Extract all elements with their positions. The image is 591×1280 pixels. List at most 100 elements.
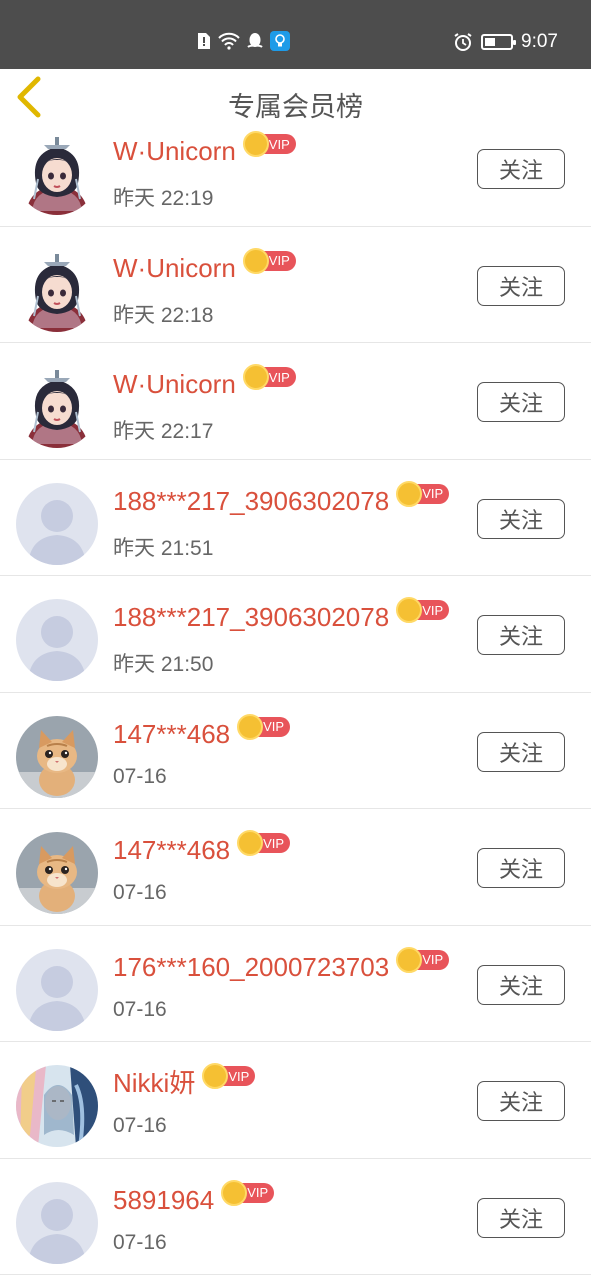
follow-button[interactable]: 关注 [477, 964, 565, 1005]
name-line: W·Unicorn VIP [113, 131, 296, 166]
qq-icon [247, 33, 263, 48]
battery-icon [481, 34, 517, 50]
member-name[interactable]: 147***468 [113, 835, 230, 865]
vip-label: VIP [422, 486, 444, 501]
vip-badge: VIP [242, 247, 296, 274]
member-row[interactable]: W·Unicorn VIP 昨天 22:17 关注 [0, 343, 591, 460]
name-line: 5891964 VIP [113, 1179, 275, 1215]
vip-badge: VIP [396, 597, 450, 623]
crown-icon [242, 247, 269, 274]
member-time: 昨天 21:51 [113, 536, 214, 560]
crown-icon [396, 480, 423, 507]
avatar[interactable] [16, 948, 98, 1031]
avatar[interactable] [16, 1065, 98, 1147]
name-line: 188***217_3906302078 VIP [113, 597, 450, 632]
member-time: 昨天 22:18 [113, 303, 214, 327]
crown-icon [396, 946, 423, 973]
member-row[interactable]: 5891964 VIP 07-16 关注 [0, 1159, 591, 1275]
avatar[interactable] [16, 366, 98, 448]
sim-alert-icon [198, 33, 210, 49]
member-time: 07-16 [113, 1230, 167, 1254]
follow-button[interactable]: 关注 [477, 498, 565, 539]
avatar[interactable] [16, 715, 98, 798]
member-time: 07-16 [113, 997, 167, 1021]
member-time: 07-16 [113, 881, 167, 904]
vip-badge: VIP [396, 480, 450, 507]
member-row[interactable]: 147***468 VIP 07-16 关注 [0, 809, 591, 926]
member-list: W·Unicorn VIP 昨天 22:19 关注 W·Unicorn VIP 昨天 22:… [0, 110, 591, 1275]
crown-icon [221, 1179, 248, 1206]
name-line: W·Unicorn VIP [113, 364, 296, 399]
status-notification-icons [196, 31, 290, 51]
vip-label: VIP [228, 1068, 250, 1084]
vip-badge: VIP [237, 830, 291, 856]
member-row[interactable]: Nikki妍 VIP 07-16 关注 [0, 1042, 591, 1159]
follow-button[interactable]: 关注 [477, 149, 565, 189]
member-row[interactable]: 176***160_2000723703 VIP 07-16 关注 [0, 926, 591, 1042]
member-name[interactable]: W·Unicorn [113, 136, 236, 166]
vip-badge: VIP [242, 364, 296, 390]
member-name[interactable]: 5891964 [113, 1185, 214, 1215]
status-right: 9:07 [453, 31, 558, 53]
member-time: 昨天 22:19 [113, 187, 214, 210]
crown-icon [237, 830, 264, 856]
status-time: 9:07 [521, 31, 558, 52]
bulb-app-icon [270, 31, 290, 51]
avatar[interactable] [16, 1181, 98, 1264]
vip-label: VIP [247, 1185, 269, 1200]
crown-icon [202, 1063, 229, 1089]
alarm-icon [454, 33, 472, 51]
member-row[interactable]: 188***217_3906302078 VIP 昨天 21:50 关注 [0, 576, 591, 693]
member-time: 昨天 22:17 [113, 420, 214, 443]
member-name[interactable]: W·Unicorn [113, 369, 236, 399]
member-row[interactable]: W·Unicorn VIP 昨天 22:18 关注 [0, 227, 591, 343]
member-time: 07-16 [113, 764, 167, 788]
member-name[interactable]: 176***160_2000723703 [113, 952, 389, 982]
member-name[interactable]: 188***217_3906302078 [113, 602, 389, 632]
name-line: 147***468 VIP [113, 713, 291, 749]
avatar[interactable] [16, 832, 98, 914]
vip-label: VIP [268, 136, 290, 152]
crown-icon [396, 597, 423, 623]
vip-label: VIP [422, 602, 444, 618]
follow-button[interactable]: 关注 [477, 731, 565, 772]
name-line: 147***468 VIP [113, 830, 291, 865]
vip-badge: VIP [396, 946, 450, 973]
avatar[interactable] [16, 599, 98, 681]
vip-badge: VIP [242, 131, 296, 157]
crown-icon [242, 364, 269, 390]
member-row[interactable]: 147***468 VIP 07-16 关注 [0, 693, 591, 809]
member-time: 07-16 [113, 1114, 167, 1137]
avatar[interactable] [16, 133, 98, 215]
vip-label: VIP [268, 253, 290, 268]
name-line: W·Unicorn VIP [113, 247, 296, 283]
vip-label: VIP [422, 952, 444, 967]
vip-label: VIP [268, 369, 290, 385]
member-row[interactable]: W·Unicorn VIP 昨天 22:19 关注 [0, 110, 591, 227]
avatar[interactable] [16, 249, 98, 332]
vip-badge: VIP [202, 1063, 256, 1089]
follow-button[interactable]: 关注 [477, 265, 565, 306]
name-line: 188***217_3906302078 VIP [113, 480, 450, 516]
member-name[interactable]: 147***468 [113, 719, 230, 749]
member-name[interactable]: 188***217_3906302078 [113, 486, 389, 516]
crown-icon [242, 131, 269, 157]
status-bar: 9:07 [0, 0, 591, 69]
wifi-icon [218, 32, 240, 50]
follow-button[interactable]: 关注 [477, 848, 565, 888]
follow-button[interactable]: 关注 [477, 382, 565, 422]
member-name[interactable]: Nikki妍 [113, 1068, 195, 1098]
follow-button[interactable]: 关注 [477, 1197, 565, 1238]
member-time: 昨天 21:50 [113, 653, 214, 676]
follow-button[interactable]: 关注 [477, 1081, 565, 1121]
vip-badge: VIP [221, 1179, 275, 1206]
member-row[interactable]: 188***217_3906302078 VIP 昨天 21:51 关注 [0, 460, 591, 576]
vip-badge: VIP [237, 713, 291, 740]
name-line: 176***160_2000723703 VIP [113, 946, 450, 982]
battery-level [485, 38, 495, 46]
follow-button[interactable]: 关注 [477, 615, 565, 655]
avatar[interactable] [16, 482, 98, 565]
member-name[interactable]: W·Unicorn [113, 253, 236, 283]
vip-label: VIP [263, 719, 285, 734]
vip-label: VIP [263, 835, 285, 851]
